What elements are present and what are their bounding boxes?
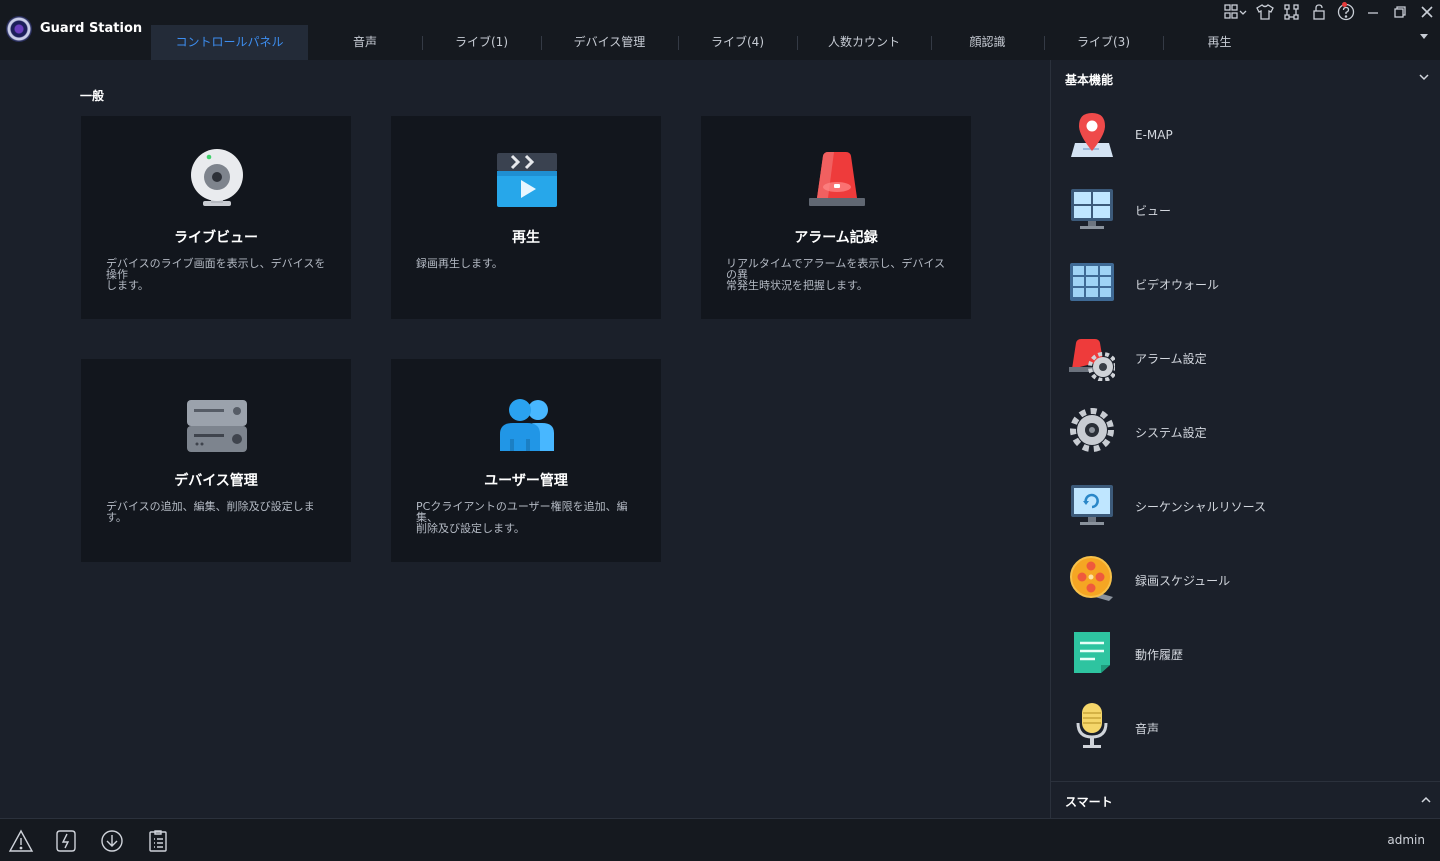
card-desc-line: 常発生時状況を把握します。 — [726, 279, 868, 292]
collapse-chevron-down-icon[interactable] — [1419, 73, 1429, 81]
card-desc-line: 録画再生します。 — [416, 257, 503, 270]
smart-section-header[interactable]: スマート — [1051, 781, 1440, 819]
power-alert-icon[interactable] — [54, 829, 78, 853]
panel-item-view[interactable]: ビュー — [1051, 173, 1440, 243]
panel-item-label: ビデオウォール — [1135, 278, 1220, 292]
panel-item-label: シーケンシャルリソース — [1135, 500, 1267, 514]
close-icon[interactable] — [1413, 2, 1440, 22]
title-bar: Guard Station コントロールパネル 音声 ライブ(1) デバイス管理… — [0, 0, 1440, 60]
card-device-management[interactable]: デバイス管理 デバイスの追加、編集、削除及び設定します。 — [81, 359, 351, 562]
basic-functions-panel: 基本機能 E-MAP ビュー ビデオウォール アラーム設定 システム設定 シーケ… — [1050, 60, 1440, 818]
panel-item-label: システム設定 — [1135, 426, 1207, 440]
tab-live-4[interactable]: ライブ(4) — [678, 25, 797, 60]
panel-item-label: E-MAP — [1135, 128, 1173, 142]
warning-icon[interactable] — [8, 829, 34, 853]
card-desc-line: PCクライアントのユーザー権限を追加、編集、 — [416, 500, 628, 524]
camera-icon — [186, 146, 248, 212]
panel-item-record-schedule[interactable]: 録画スケジュール — [1051, 543, 1440, 613]
card-desc-line: デバイスの追加、編集、削除及び設定します。 — [106, 500, 315, 524]
main-tabs: コントロールパネル 音声 ライブ(1) デバイス管理 ライブ(4) 人数カウント… — [151, 25, 1276, 60]
sequence-monitor-icon — [1071, 485, 1113, 525]
panel-item-label: アラーム設定 — [1135, 352, 1207, 366]
window-controls — [1221, 2, 1440, 22]
minimize-icon[interactable] — [1359, 2, 1386, 22]
card-user-management[interactable]: ユーザー管理 PCクライアントのユーザー権限を追加、編集、 削除及び設定します。 — [391, 359, 661, 562]
section-general-label: 一般 — [80, 89, 105, 103]
tab-playback[interactable]: 再生 — [1163, 25, 1276, 60]
expand-chevron-up-icon[interactable] — [1421, 796, 1431, 804]
tab-face-recognition[interactable]: 顔認識 — [931, 25, 1044, 60]
alarm-light-icon — [806, 146, 868, 212]
panel-item-sequential-resources[interactable]: シーケンシャルリソース — [1051, 469, 1440, 539]
notification-dot — [1342, 2, 1347, 7]
video-wall-icon — [1070, 263, 1114, 301]
card-alarm-log[interactable]: アラーム記録 リアルタイムでアラームを表示し、デバイスの異 常発生時状況を把握し… — [701, 116, 971, 319]
device-server-icon — [186, 389, 248, 455]
current-user: admin — [1387, 833, 1425, 847]
tab-live-1[interactable]: ライブ(1) — [422, 25, 541, 60]
panel-item-alarm-settings[interactable]: アラーム設定 — [1051, 321, 1440, 391]
tab-audio[interactable]: 音声 — [308, 25, 422, 60]
restore-icon[interactable] — [1386, 2, 1413, 22]
map-pin-icon — [1071, 113, 1113, 157]
app-title: Guard Station — [40, 21, 143, 36]
document-log-icon — [1074, 632, 1110, 673]
playback-icon — [496, 146, 558, 212]
tab-live-3[interactable]: ライブ(3) — [1044, 25, 1163, 60]
smart-section-label: スマート — [1065, 795, 1113, 809]
panel-item-audio[interactable]: 音声 — [1051, 691, 1440, 761]
network-icon[interactable] — [1278, 2, 1305, 22]
card-desc-line: リアルタイムでアラームを表示し、デバイスの異 — [726, 257, 946, 281]
card-title: ライブビュー — [174, 230, 258, 246]
card-desc-line: します。 — [106, 279, 149, 292]
card-desc-line: 削除及び設定します。 — [416, 522, 525, 535]
card-description: デバイスの追加、編集、削除及び設定します。 — [106, 501, 331, 523]
card-description: リアルタイムでアラームを表示し、デバイスの異 常発生時状況を把握します。 — [726, 258, 951, 291]
panel-item-label: 音声 — [1135, 722, 1160, 736]
download-icon[interactable] — [100, 829, 124, 853]
panel-item-emap[interactable]: E-MAP — [1051, 99, 1440, 169]
panel-item-operation-history[interactable]: 動作履歴 — [1051, 617, 1440, 687]
card-description: 録画再生します。 — [416, 258, 641, 269]
panel-item-system-settings[interactable]: システム設定 — [1051, 395, 1440, 465]
system-gear-icon — [1070, 408, 1114, 452]
tab-people-counting[interactable]: 人数カウント — [797, 25, 931, 60]
alarm-settings-icon — [1069, 339, 1115, 381]
users-icon — [496, 389, 558, 455]
tab-device-management[interactable]: デバイス管理 — [541, 25, 678, 60]
film-reel-icon — [1070, 556, 1113, 601]
panel-item-label: 動作履歴 — [1135, 648, 1184, 662]
card-desc-line: デバイスのライブ画面を表示し、デバイスを操作 — [106, 257, 326, 281]
tabs-overflow-chevron-icon[interactable] — [1420, 34, 1428, 39]
panel-item-label: 録画スケジュール — [1135, 574, 1231, 588]
card-title: 再生 — [512, 230, 540, 246]
card-title: アラーム記録 — [794, 230, 878, 246]
card-title: デバイス管理 — [174, 473, 258, 489]
card-title: ユーザー管理 — [484, 473, 568, 489]
card-playback[interactable]: 再生 録画再生します。 — [391, 116, 661, 319]
card-description: PCクライアントのユーザー権限を追加、編集、 削除及び設定します。 — [416, 501, 641, 534]
status-bar: admin — [0, 818, 1440, 861]
view-monitor-icon — [1071, 189, 1113, 229]
panel-heading: 基本機能 — [1065, 73, 1114, 87]
microphone-icon — [1076, 703, 1108, 748]
panel-item-label: ビュー — [1135, 204, 1172, 218]
task-list-icon[interactable] — [146, 829, 170, 853]
panel-item-video-wall[interactable]: ビデオウォール — [1051, 247, 1440, 317]
app-logo-icon — [6, 16, 32, 42]
card-description: デバイスのライブ画面を表示し、デバイスを操作 します。 — [106, 258, 331, 291]
layout-grid-icon[interactable] — [1221, 2, 1251, 22]
skin-shirt-icon[interactable] — [1251, 2, 1278, 22]
card-live-view[interactable]: ライブビュー デバイスのライブ画面を表示し、デバイスを操作 します。 — [81, 116, 351, 319]
tab-control-panel[interactable]: コントロールパネル — [151, 25, 308, 60]
lock-icon[interactable] — [1305, 2, 1332, 22]
